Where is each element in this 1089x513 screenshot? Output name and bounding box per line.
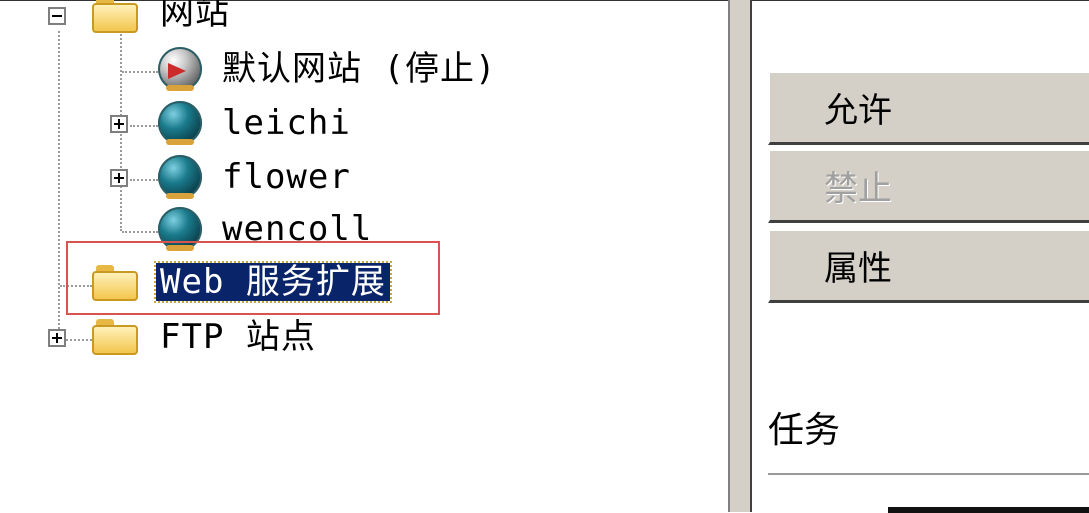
allow-button-label: 允许 — [824, 91, 892, 131]
annotation-highlight-box — [66, 241, 440, 315]
divider — [768, 473, 1089, 475]
deny-button-label: 禁止 — [824, 169, 892, 209]
tree-connector — [58, 31, 60, 341]
tree-connector — [130, 125, 158, 127]
pane-splitter[interactable] — [728, 0, 752, 512]
tree-item-label: leichi — [222, 103, 351, 143]
expand-leichi-toggle[interactable] — [110, 115, 128, 133]
tree-item-default-site[interactable]: 默认网站 (停止) — [222, 43, 496, 95]
divider — [888, 507, 1089, 513]
folder-icon — [92, 319, 138, 355]
expand-flower-toggle[interactable] — [110, 169, 128, 187]
tree-item-ftp-sites[interactable]: FTP 站点 — [160, 311, 316, 363]
tree-connector — [130, 179, 158, 181]
actions-panel: 允许 禁止 属性 任务 — [752, 0, 1089, 513]
tree-item-label: 默认网站 (停止) — [222, 49, 497, 89]
tree-item-flower[interactable]: flower — [222, 151, 351, 203]
tree-item-label: flower — [222, 157, 351, 197]
tree-connector — [66, 339, 92, 341]
deny-button: 禁止 — [768, 149, 1089, 223]
tree-view: 网站 默认网站 (停止) leichi flower wencoll Web 服… — [0, 0, 728, 513]
tree-item-leichi[interactable]: leichi — [222, 97, 351, 149]
tree-connector — [122, 231, 158, 233]
collapse-websites-toggle[interactable] — [48, 7, 66, 25]
folder-icon — [92, 0, 138, 33]
tasks-label: 任务 — [768, 410, 841, 451]
expand-ftp-sites-toggle[interactable] — [48, 329, 66, 347]
stopped-site-icon — [158, 47, 202, 91]
globe-icon — [158, 101, 202, 145]
allow-button[interactable]: 允许 — [768, 71, 1089, 145]
tree-item-label: 网站 — [160, 0, 230, 33]
tree-item-websites[interactable]: 网站 — [160, 0, 230, 39]
tree-connector — [122, 71, 158, 73]
properties-button[interactable]: 属性 — [768, 229, 1089, 303]
properties-button-label: 属性 — [824, 249, 892, 289]
globe-icon — [158, 155, 202, 199]
tree-item-label: FTP 站点 — [160, 317, 316, 357]
